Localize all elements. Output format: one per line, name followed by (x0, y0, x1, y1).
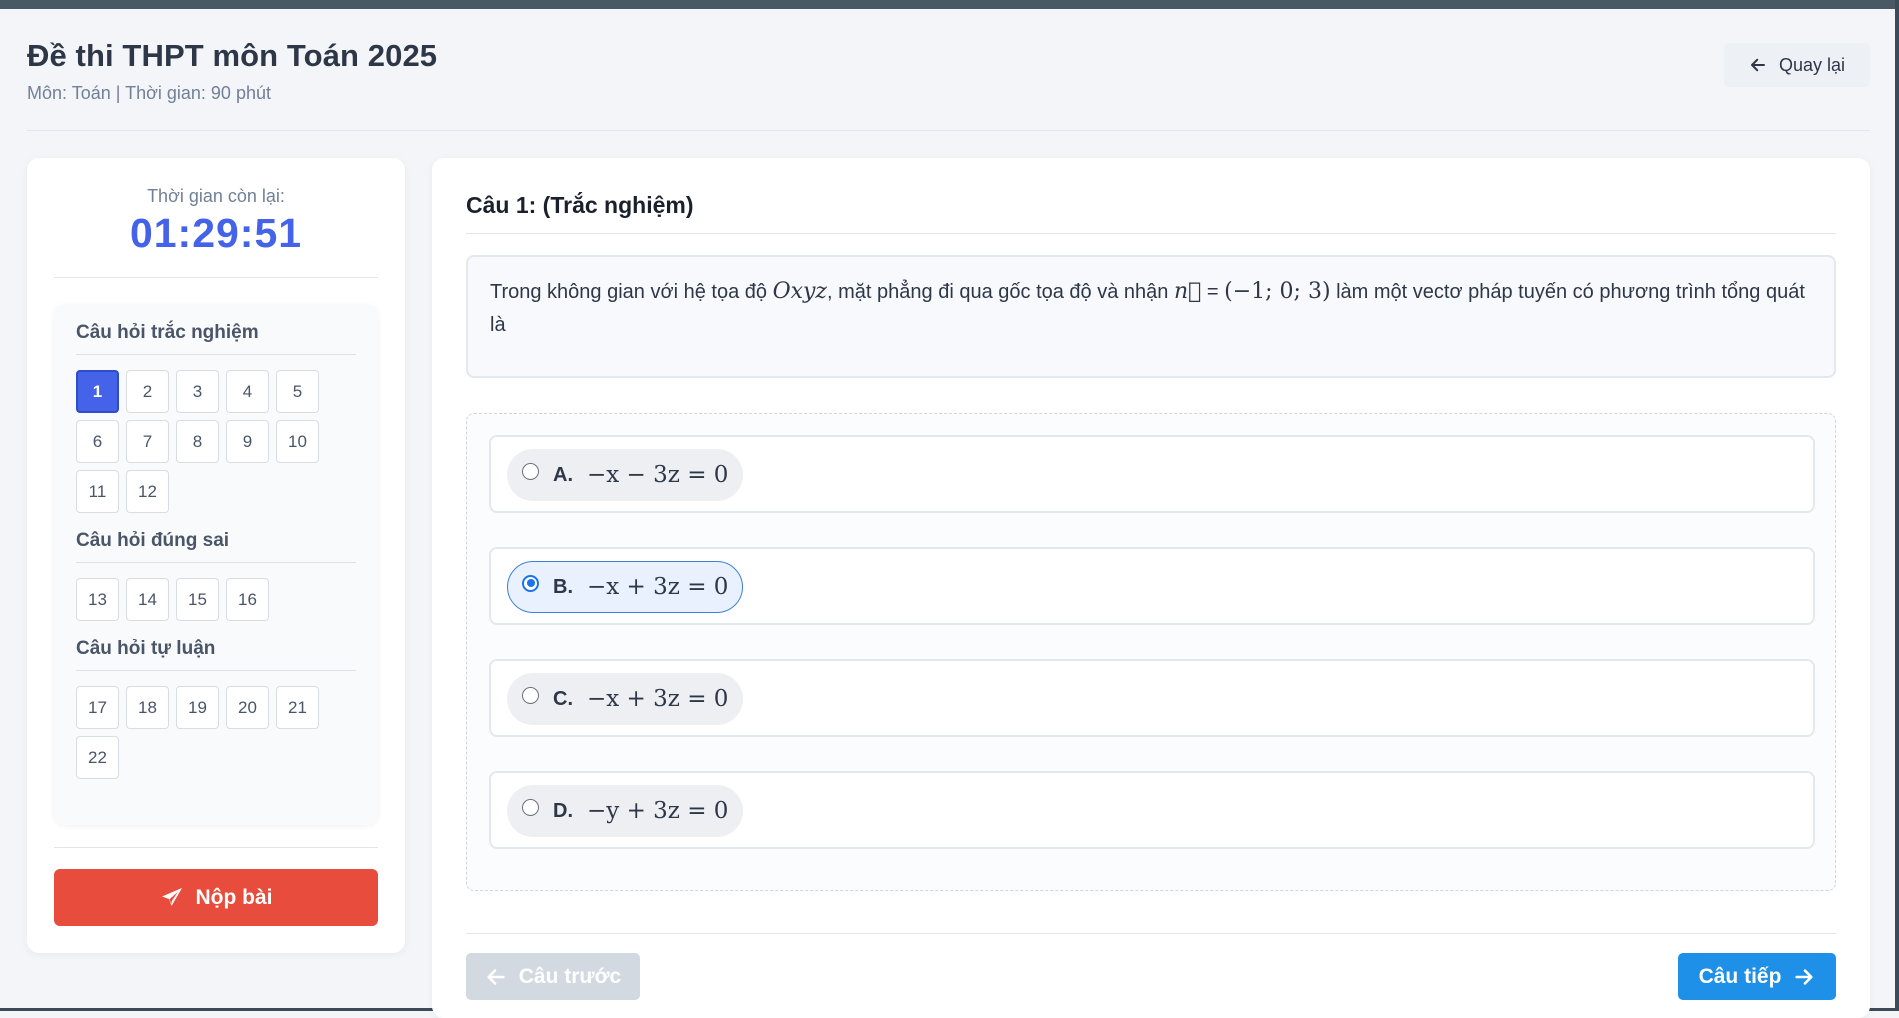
radio-button[interactable] (522, 799, 539, 816)
question-number-button[interactable]: 13 (76, 578, 119, 621)
math-normal-vector: n⃗ (1174, 279, 1201, 304)
next-question-button[interactable]: Câu tiếp (1678, 953, 1836, 1000)
question-text-box: Trong không gian với hệ tọa độ Oxyz, mặt… (466, 255, 1836, 378)
question-number-button[interactable]: 16 (226, 578, 269, 621)
sidebar-divider (54, 277, 378, 278)
question-number-button[interactable]: 14 (126, 578, 169, 621)
question-text: Trong không gian với hệ tọa độ (490, 281, 773, 303)
header-divider (27, 130, 1870, 131)
question-number-button[interactable]: 22 (76, 736, 119, 779)
question-number-button[interactable]: 12 (126, 470, 169, 513)
answer-option-letter: C. (553, 688, 573, 711)
section-divider (76, 354, 356, 355)
radio-button-selected[interactable] (522, 575, 539, 592)
arrow-right-icon (1793, 966, 1815, 988)
radio-button[interactable] (522, 463, 539, 480)
answer-option-a[interactable]: A. −x − 3z = 0 (489, 435, 1815, 513)
question-number-button[interactable]: 20 (226, 686, 269, 729)
question-grid-true-false: 13141516 (76, 578, 319, 621)
sidebar-divider (54, 847, 378, 848)
math-coordinate-system: Oxyz (773, 279, 827, 304)
section-title-essay: Câu hỏi tự luận (76, 638, 215, 660)
paper-plane-icon (160, 886, 184, 910)
answer-options: A. −x − 3z = 0 B. −x + 3z = 0 C. −x + 3z… (466, 413, 1836, 891)
question-grid-essay: 1718192021 22 (76, 686, 319, 779)
question-number-button[interactable]: 10 (276, 420, 319, 463)
question-number-button[interactable]: 17 (76, 686, 119, 729)
answer-option-letter: D. (553, 800, 573, 823)
answer-option-text: −x + 3z = 0 (587, 574, 728, 600)
answer-option-c[interactable]: C. −x + 3z = 0 (489, 659, 1815, 737)
answer-option-pill: D. −y + 3z = 0 (507, 785, 743, 837)
timer-label: Thời gian còn lại: (27, 186, 405, 207)
timer-value: 01:29:51 (27, 210, 405, 257)
question-panel: Câu 1: (Trắc nghiệm) Trong không gian vớ… (432, 158, 1870, 1018)
page-title: Đề thi THPT môn Toán 2025 (27, 38, 437, 74)
section-title-multiple-choice: Câu hỏi trắc nghiệm (76, 322, 259, 344)
question-text: = (1201, 281, 1224, 303)
answer-option-text: −x − 3z = 0 (587, 462, 728, 488)
question-number-button[interactable]: 6 (76, 420, 119, 463)
answer-option-text: −y + 3z = 0 (587, 798, 728, 824)
question-number-button[interactable]: 4 (226, 370, 269, 413)
question-number-button[interactable]: 1 (76, 370, 119, 413)
footer-divider (466, 933, 1836, 934)
section-title-true-false: Câu hỏi đúng sai (76, 530, 229, 552)
question-number-button[interactable]: 11 (76, 470, 119, 513)
question-number-button[interactable]: 5 (276, 370, 319, 413)
answer-option-d[interactable]: D. −y + 3z = 0 (489, 771, 1815, 849)
page-header: Đề thi THPT môn Toán 2025 Môn: Toán | Th… (27, 38, 437, 104)
radio-button[interactable] (522, 687, 539, 704)
question-number-button[interactable]: 8 (176, 420, 219, 463)
arrow-left-icon (485, 966, 507, 988)
math-vector-coordinates: (−1; 0; 3) (1224, 279, 1330, 304)
answer-option-pill: C. −x + 3z = 0 (507, 673, 743, 725)
back-button-label: Quay lại (1779, 55, 1845, 76)
question-number-button[interactable]: 21 (276, 686, 319, 729)
previous-question-button[interactable]: Câu trước (466, 953, 640, 1000)
submit-button-label: Nộp bài (196, 886, 273, 910)
answer-option-text: −x + 3z = 0 (587, 686, 728, 712)
section-divider (76, 562, 356, 563)
question-number-button[interactable]: 15 (176, 578, 219, 621)
section-divider (76, 670, 356, 671)
question-title: Câu 1: (Trắc nghiệm) (466, 192, 693, 219)
submit-button[interactable]: Nộp bài (54, 869, 378, 926)
next-button-label: Câu tiếp (1699, 965, 1782, 989)
question-grid-multiple-choice: 123456789101112 (76, 370, 319, 513)
back-button[interactable]: Quay lại (1724, 43, 1870, 87)
question-navigator: Câu hỏi trắc nghiệm 123456789101112 Câu … (54, 305, 378, 825)
question-text: , mặt phẳng đi qua gốc tọa độ và nhận (827, 281, 1174, 303)
page-subtitle: Môn: Toán | Thời gian: 90 phút (27, 83, 437, 104)
question-number-button[interactable]: 9 (226, 420, 269, 463)
answer-option-pill: A. −x − 3z = 0 (507, 449, 743, 501)
question-number-button[interactable]: 7 (126, 420, 169, 463)
question-number-button[interactable]: 19 (176, 686, 219, 729)
sidebar: Thời gian còn lại: 01:29:51 Câu hỏi trắc… (27, 158, 405, 953)
question-number-button[interactable]: 3 (176, 370, 219, 413)
question-title-divider (466, 233, 1836, 234)
answer-option-pill: B. −x + 3z = 0 (507, 561, 743, 613)
question-number-button[interactable]: 18 (126, 686, 169, 729)
question-number-button[interactable]: 2 (126, 370, 169, 413)
answer-option-b[interactable]: B. −x + 3z = 0 (489, 547, 1815, 625)
answer-option-letter: B. (553, 576, 573, 599)
previous-button-label: Câu trước (519, 965, 622, 989)
window-right-edge (1895, 0, 1899, 1011)
answer-option-letter: A. (553, 464, 573, 487)
window-top-bar (0, 0, 1899, 9)
arrow-left-icon (1749, 56, 1767, 74)
